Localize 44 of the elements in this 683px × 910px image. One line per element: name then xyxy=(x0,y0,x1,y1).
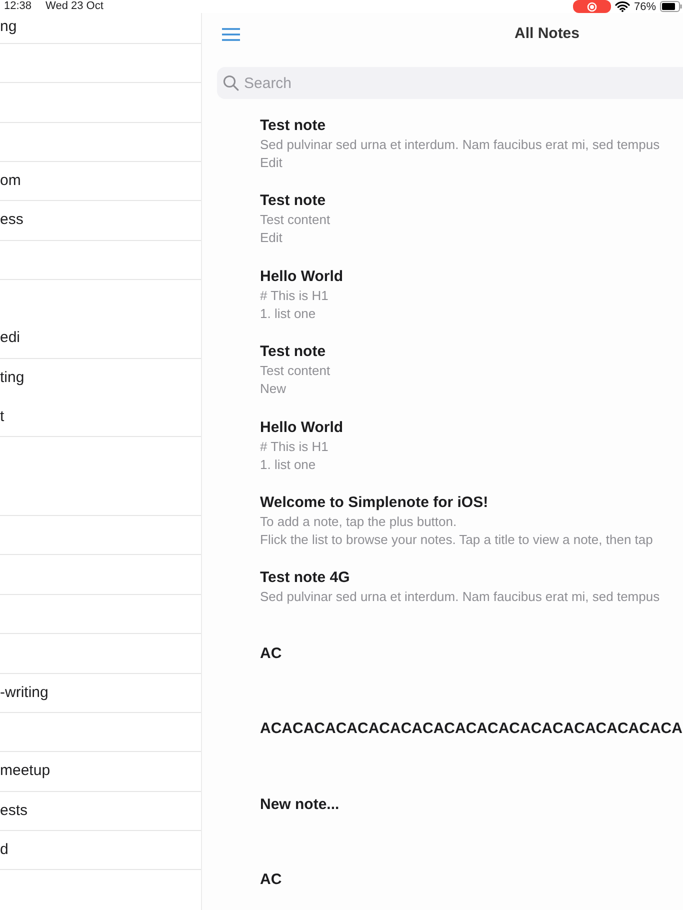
sidebar-item-label: ting xyxy=(0,368,26,388)
note-title[interactable]: Hello World xyxy=(260,266,683,287)
search-field[interactable]: Search xyxy=(217,67,683,99)
sidebar-item[interactable]: d xyxy=(0,830,201,870)
note-title[interactable]: AC xyxy=(260,870,683,890)
note-preview: Edit xyxy=(260,154,284,172)
note-preview: To add a note, tap the plus button. xyxy=(260,512,458,531)
note-title[interactable]: ACACACACACACACACACACACACACACACACACACACA xyxy=(260,719,683,740)
sidebar-item-label: t xyxy=(0,406,6,427)
status-date: Wed 23 Oct xyxy=(46,0,104,12)
menu-icon[interactable] xyxy=(222,28,240,41)
note-title[interactable]: Test note xyxy=(260,191,683,212)
sidebar-item[interactable]: edi xyxy=(0,280,201,359)
sidebar-item-label: edi xyxy=(0,328,22,348)
note-preview: 1. list one xyxy=(260,456,317,474)
note-preview: Test content xyxy=(260,362,332,380)
battery-percent: 76% xyxy=(634,0,656,12)
wifi-icon xyxy=(615,1,630,12)
sidebar-item[interactable]: ests xyxy=(0,792,201,831)
sidebar-item[interactable]: ng xyxy=(0,13,201,44)
note-preview: # This is H1 xyxy=(260,286,330,305)
sidebar-item[interactable]: ting t xyxy=(0,358,201,438)
note-preview: Sed pulvinar sed urna et interdum. Nam faucibus erat mi, sed tempus xyxy=(260,136,661,154)
note-title[interactable]: AC xyxy=(260,644,683,664)
note-preview: Edit xyxy=(260,229,284,248)
sidebar-item[interactable]: ess xyxy=(0,201,201,241)
note-preview: # This is H1 xyxy=(260,438,330,456)
note-preview: Sed pulvinar sed urna et interdum. Nam faucibus erat mi, sed tempus xyxy=(260,588,661,606)
note-title[interactable]: Hello World xyxy=(260,418,683,438)
sidebar-item[interactable]: om xyxy=(0,162,201,202)
sidebar-item[interactable]: meetup xyxy=(0,752,201,792)
sidebar-item[interactable]: -writing xyxy=(0,674,201,713)
note-preview: Flick the list to browse your notes. Tap a title to view a note, then tap xyxy=(260,530,654,549)
note-title[interactable]: Test note 4G xyxy=(260,568,683,588)
note-preview: Test content xyxy=(260,211,332,230)
battery-icon xyxy=(660,1,682,12)
note-preview: 1. list one xyxy=(260,304,317,323)
status-time: 12:38 xyxy=(4,0,32,12)
note-preview: New xyxy=(260,380,288,398)
note-title[interactable]: Test note xyxy=(260,342,683,362)
note-title[interactable]: New note... xyxy=(260,794,683,815)
page-title: All Notes xyxy=(514,24,580,44)
note-title[interactable]: Test note xyxy=(260,116,683,136)
note-title[interactable]: Welcome to Simplenote for iOS! xyxy=(260,492,683,513)
